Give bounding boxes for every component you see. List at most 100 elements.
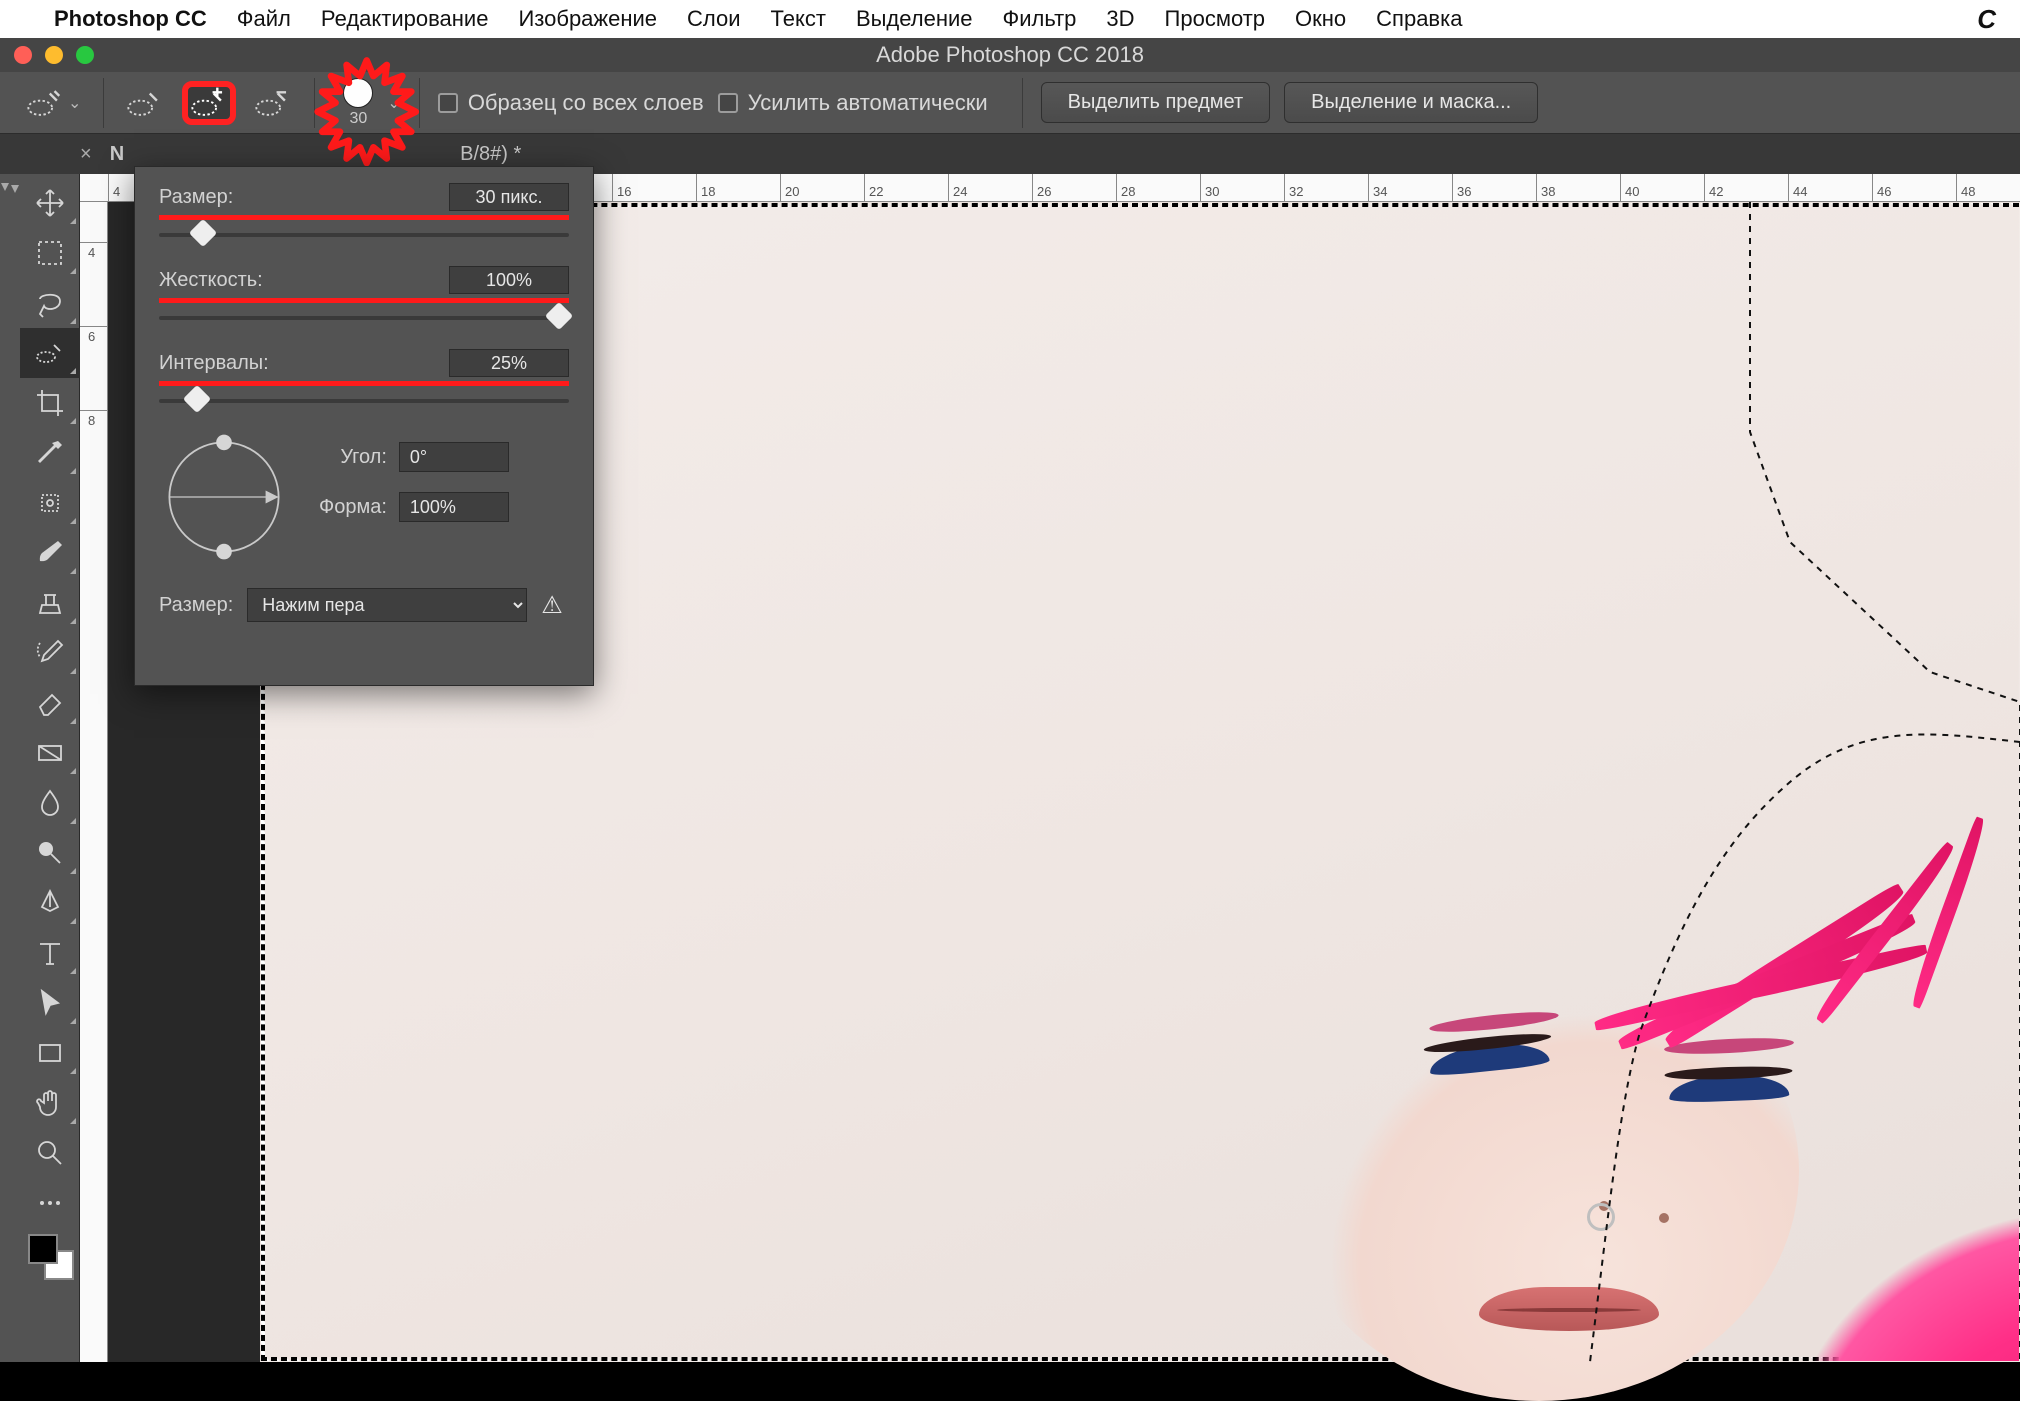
window-titlebar: Adobe Photoshop CC 2018 <box>0 38 2020 72</box>
tab-close-icon[interactable]: × <box>80 143 92 166</box>
highlight-underline <box>159 298 569 303</box>
highlight-underline <box>159 381 569 386</box>
roundness-input[interactable] <box>399 492 509 522</box>
checkbox-icon <box>438 93 458 113</box>
rectangle-tool[interactable] <box>20 1028 80 1078</box>
marquee-tool[interactable] <box>20 228 80 278</box>
ruler-tick: 18 <box>696 174 715 201</box>
zoom-tool[interactable] <box>20 1128 80 1178</box>
sample-all-layers-label: Образец со всех слоев <box>468 90 704 116</box>
dodge-tool[interactable] <box>20 828 80 878</box>
menu-edit[interactable]: Редактирование <box>321 6 489 32</box>
brush-angle-control[interactable] <box>159 432 289 562</box>
lasso-tool[interactable] <box>20 278 80 328</box>
cc-icon[interactable]: C <box>1977 4 1996 35</box>
hardness-slider[interactable] <box>159 305 569 331</box>
brush-size-chip-label: 30 <box>350 110 368 128</box>
gradient-tool[interactable] <box>20 728 80 778</box>
ruler-tick: 22 <box>864 174 883 201</box>
ruler-tick: 38 <box>1536 174 1555 201</box>
document-tab-suffix: B/8#) * <box>460 143 521 166</box>
spacing-label: Интервалы: <box>159 352 269 375</box>
ruler-tick: 26 <box>1032 174 1051 201</box>
subtract-from-selection-icon[interactable] <box>250 81 296 125</box>
spacing-input[interactable] <box>449 349 569 377</box>
new-selection-icon[interactable] <box>122 81 168 125</box>
brush-tool[interactable] <box>20 528 80 578</box>
ruler-tick: 46 <box>1872 174 1891 201</box>
panel-expand-icon[interactable] <box>0 174 20 1362</box>
move-tool[interactable] <box>20 178 80 228</box>
menu-filter[interactable]: Фильтр <box>1003 6 1077 32</box>
window-close-button[interactable] <box>14 46 32 64</box>
options-bar: ⌄ 30 ⌄ Образец со всех слоев Усилить авт… <box>0 72 2020 134</box>
tool-preset-picker[interactable]: ⌄ <box>22 81 85 125</box>
menu-type[interactable]: Текст <box>771 6 826 32</box>
ruler-tick: 44 <box>1788 174 1807 201</box>
window-maximize-button[interactable] <box>76 46 94 64</box>
healing-brush-tool[interactable] <box>20 478 80 528</box>
hand-tool[interactable] <box>20 1078 80 1128</box>
foreground-color-swatch[interactable] <box>28 1234 58 1264</box>
toolbox <box>20 174 80 1362</box>
pen-tool[interactable] <box>20 878 80 928</box>
spacing-slider[interactable] <box>159 388 569 414</box>
window-title: Adobe Photoshop CC 2018 <box>876 42 1144 68</box>
blur-tool[interactable] <box>20 778 80 828</box>
size-input[interactable] <box>449 183 569 211</box>
angle-input[interactable] <box>399 442 509 472</box>
size-label: Размер: <box>159 186 233 209</box>
brush-tip-preview <box>343 78 373 108</box>
select-subject-button[interactable]: Выделить предмет <box>1041 82 1271 123</box>
clone-stamp-tool[interactable] <box>20 578 80 628</box>
dynamics-label: Размер: <box>159 594 233 617</box>
menu-file[interactable]: Файл <box>237 6 291 32</box>
menu-view[interactable]: Просмотр <box>1165 6 1265 32</box>
roundness-label: Форма: <box>319 496 387 519</box>
ruler-tick: 8 <box>80 410 107 428</box>
toolbar-more-icon[interactable] <box>20 1178 80 1228</box>
path-selection-tool[interactable] <box>20 978 80 1028</box>
photo-subject <box>1239 641 2019 1361</box>
menu-image[interactable]: Изображение <box>518 6 657 32</box>
ruler-tick: 36 <box>1452 174 1471 201</box>
angle-label: Угол: <box>340 446 387 469</box>
ruler-tick: 34 <box>1368 174 1387 201</box>
type-tool[interactable] <box>20 928 80 978</box>
ruler-tick: 32 <box>1284 174 1303 201</box>
dynamics-select[interactable]: Нажим пера <box>247 588 527 622</box>
ruler-tick: 16 <box>612 174 631 201</box>
app-name[interactable]: Photoshop CC <box>54 6 207 32</box>
eyedropper-tool[interactable] <box>20 428 80 478</box>
ruler-tick: 48 <box>1956 174 1975 201</box>
mac-menubar: Photoshop CC Файл Редактирование Изображ… <box>0 0 2020 38</box>
menu-3d[interactable]: 3D <box>1106 6 1134 32</box>
window-minimize-button[interactable] <box>45 46 63 64</box>
hardness-input[interactable] <box>449 266 569 294</box>
add-to-selection-icon[interactable] <box>182 81 236 125</box>
brush-preset-picker[interactable]: 30 ⌄ <box>333 78 400 128</box>
select-and-mask-button[interactable]: Выделение и маска... <box>1284 82 1538 123</box>
ruler-tick: 4 <box>80 242 107 260</box>
menu-help[interactable]: Справка <box>1376 6 1462 32</box>
menu-window[interactable]: Окно <box>1295 6 1346 32</box>
ruler-tick: 42 <box>1704 174 1723 201</box>
ruler-vertical[interactable]: 4 6 8 <box>80 202 108 1362</box>
eraser-tool[interactable] <box>20 678 80 728</box>
brush-settings-popup: Размер: Жесткость: Интервалы: <box>134 166 594 686</box>
quick-selection-tool[interactable] <box>20 328 80 378</box>
hardness-label: Жесткость: <box>159 269 263 292</box>
menu-layers[interactable]: Слои <box>687 6 741 32</box>
document-tab[interactable]: N <box>110 143 124 166</box>
auto-enhance-label: Усилить автоматически <box>748 90 988 116</box>
ruler-tick: 6 <box>80 326 107 344</box>
menu-select[interactable]: Выделение <box>856 6 973 32</box>
highlight-underline <box>159 215 569 220</box>
size-slider[interactable] <box>159 222 569 248</box>
auto-enhance-checkbox[interactable]: Усилить автоматически <box>718 90 988 116</box>
sample-all-layers-checkbox[interactable]: Образец со всех слоев <box>438 90 704 116</box>
warning-icon: ⚠ <box>541 591 563 620</box>
color-swatches[interactable] <box>20 1234 79 1280</box>
history-brush-tool[interactable] <box>20 628 80 678</box>
crop-tool[interactable] <box>20 378 80 428</box>
